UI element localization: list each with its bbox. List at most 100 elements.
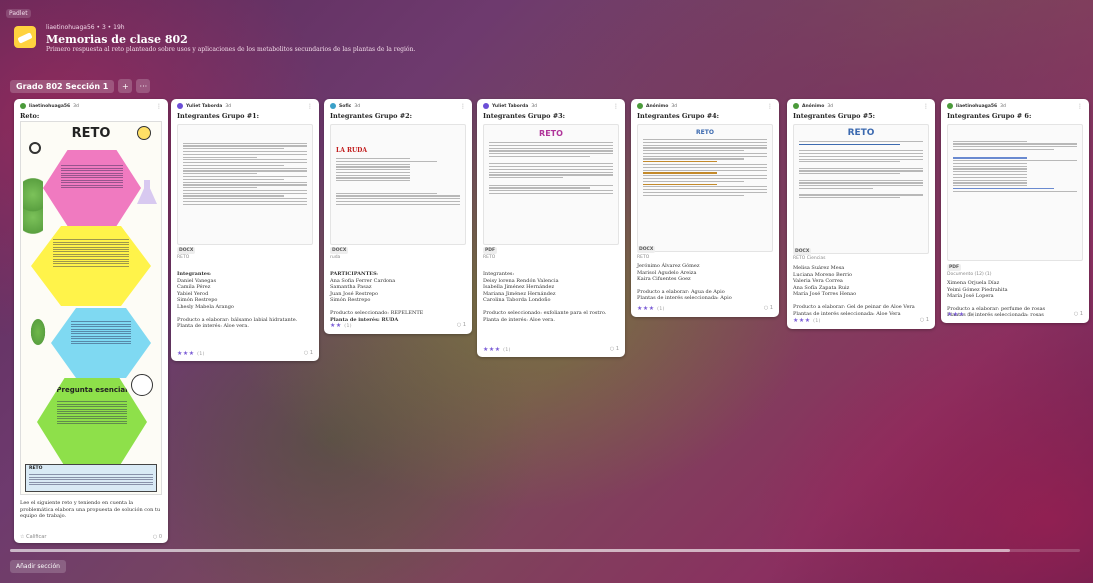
attachment-caption: RETO — [177, 255, 190, 260]
board-meta: liaetinohuaga56 • 3 • 19h — [46, 24, 125, 31]
post-menu-icon[interactable]: ⋮ — [460, 103, 466, 110]
star-rating[interactable]: ★★★ (1) — [483, 346, 511, 353]
reto-poster-image[interactable]: RETO Pregunta esencial RETO — [20, 121, 162, 495]
attachment-doc-title: RETO — [847, 128, 875, 138]
post-time: 3d — [531, 103, 538, 109]
post-menu-icon[interactable]: ⋮ — [156, 103, 162, 110]
plant-line: Planta de interés: Aloe vera. — [177, 323, 249, 330]
member: Valeria Vera Correa — [793, 278, 843, 285]
post-card-group-5[interactable]: Anónimo 3d ⋮ Integrantes Grupo #5: RETO … — [787, 99, 935, 329]
comment-count[interactable]: ○ 1 — [304, 350, 313, 356]
section-more-button[interactable]: ··· — [136, 79, 151, 93]
member: Ximena Orjuela Díaz — [947, 280, 1000, 286]
star-rating[interactable]: ★★★ (1) — [793, 317, 821, 324]
avatar — [20, 103, 26, 109]
star-rating[interactable]: ★★★ (1) — [637, 305, 665, 312]
comment-count[interactable]: ○ 1 — [764, 305, 773, 311]
post-title: Integrantes Grupo #3: — [483, 112, 566, 120]
grade-button[interactable]: ☆ Calificar — [20, 534, 46, 540]
board-header: Padlet liaetinohuaga56 • 3 • 19h Memoria… — [0, 0, 1093, 72]
post-menu-icon[interactable]: ⋮ — [923, 103, 929, 110]
attachment-type-badge: DOCX — [177, 247, 196, 254]
leaf-icon — [27, 312, 49, 352]
section-title[interactable]: Grado 802 Sección 1 — [10, 79, 115, 93]
attachment-caption: RETO — [483, 255, 496, 260]
product-line: Producto seleccionado: REPELENTE — [330, 309, 424, 316]
plant-line: Planta de interés: Aloe vera. — [483, 316, 555, 323]
attachment-preview[interactable] — [177, 124, 313, 245]
attachment-caption: RETO — [637, 255, 650, 260]
attachment-doc-title: RETO — [696, 129, 714, 136]
member: Ana Sofia Ferrer Cardona — [330, 277, 396, 284]
member: María José Torres Henao — [793, 291, 857, 298]
post-card-group-6[interactable]: liaetinohuaga56 3d ⋮ Integrantes Grupo #… — [941, 99, 1089, 323]
board-title: Memorias de clase 802 — [46, 33, 188, 46]
member: Kaira Cifuentes Goez — [637, 276, 691, 283]
post-author: Yuliet Taborda — [492, 103, 529, 109]
post-body: Integrantes: Deisy lorena Rendón Valenci… — [483, 271, 619, 323]
post-card-reto[interactable]: liaetinohuaga56 3d ⋮ Reto: RETO Pregunta… — [14, 99, 168, 543]
poster-hex-1 — [43, 150, 141, 226]
avatar — [637, 103, 643, 109]
post-title: Integrantes Grupo #1: — [177, 112, 260, 120]
poster-hex-2 — [31, 226, 151, 306]
post-menu-icon[interactable]: ⋮ — [767, 103, 773, 110]
section-bar: Grado 802 Sección 1 + ··· — [10, 79, 151, 93]
post-time: 3d — [73, 103, 79, 109]
member: Melisa Suárez Mesa — [793, 265, 845, 271]
bulb-icon — [137, 126, 151, 140]
attachment-preview[interactable]: LA RUDA — [330, 124, 466, 245]
post-header: liaetinohuaga56 3d ⋮ — [20, 102, 162, 110]
attachment-caption: Documento (12) (1) — [947, 272, 992, 277]
star-rating[interactable]: ★★★ (1) — [947, 311, 975, 318]
comment-count[interactable]: ○ 1 — [920, 317, 929, 323]
magnifier-icon — [29, 142, 41, 154]
post-card-group-1[interactable]: Yuliet Taborda 3d ⋮ Integrantes Grupo #1… — [171, 99, 319, 361]
post-body: PARTICIPANTES: Ana Sofia Ferrer Cardona … — [330, 271, 466, 323]
comment-count[interactable]: ○ 1 — [457, 322, 466, 328]
member: Lhesly Mabela Arango — [177, 303, 234, 310]
star-rating[interactable]: ★★ (1) — [330, 322, 352, 329]
board-logo-icon — [14, 26, 36, 48]
attachment-preview[interactable]: RETO — [637, 124, 773, 252]
star-rating[interactable]: ★★★ (1) — [177, 350, 205, 357]
comment-count[interactable]: ○ 1 — [1074, 311, 1083, 317]
post-title: Reto: — [20, 112, 40, 120]
horizontal-scrollbar[interactable] — [10, 549, 1080, 552]
post-header: Anónimo 3d ⋮ — [793, 102, 929, 110]
member: Simón Restrepo — [330, 297, 371, 304]
post-time: 3d — [1000, 103, 1006, 109]
post-title: Integrantes Grupo # 6: — [947, 112, 1032, 120]
post-title: Integrantes Grupo #5: — [793, 112, 876, 120]
post-menu-icon[interactable]: ⋮ — [1077, 103, 1083, 110]
attachment-preview[interactable]: RETO — [793, 124, 929, 254]
board-subtitle: Primero respuesta al reto planteado sobr… — [46, 46, 416, 53]
post-header: Yuliet Taborda 3d ⋮ — [483, 102, 619, 110]
add-section-button[interactable]: Añadir sección — [10, 560, 66, 573]
post-card-group-3[interactable]: Yuliet Taborda 3d ⋮ Integrantes Grupo #3… — [477, 99, 625, 357]
post-author: Yuliet Taborda — [186, 103, 223, 109]
member: Simón Restrepo — [177, 297, 218, 304]
post-card-group-4[interactable]: Anónimo 3d ⋮ Integrantes Grupo #4: RETO … — [631, 99, 779, 317]
poster-bottom-box: RETO — [25, 464, 157, 492]
product-line: Producto seleccionado: exfoliante para e… — [483, 309, 607, 316]
attachment-preview[interactable]: RETO — [483, 124, 619, 245]
avatar — [330, 103, 336, 109]
post-menu-icon[interactable]: ⋮ — [307, 103, 313, 110]
post-author: liaetinohuaga56 — [29, 103, 71, 109]
attachment-preview[interactable] — [947, 124, 1083, 261]
comment-count[interactable]: ○ 0 — [153, 534, 162, 540]
attachment-doc-title: LA RUDA — [336, 147, 368, 154]
post-header: Yuliet Taborda 3d ⋮ — [177, 102, 313, 110]
scrollbar-thumb[interactable] — [10, 549, 1010, 552]
comment-count[interactable]: ○ 1 — [610, 346, 619, 352]
padlet-tag[interactable]: Padlet — [6, 9, 31, 18]
post-menu-icon[interactable]: ⋮ — [613, 103, 619, 110]
post-author: Sofic — [339, 103, 352, 109]
member: Jerónimo Álvarez Gómez — [637, 263, 700, 269]
member: Carolina Taborda Londoño — [483, 297, 551, 304]
post-time: 3d — [671, 103, 678, 109]
flask-icon — [137, 180, 157, 204]
add-post-button[interactable]: + — [118, 79, 133, 93]
post-card-group-2[interactable]: Sofic 3d ⋮ Integrantes Grupo #2: LA RUDA… — [324, 99, 472, 334]
